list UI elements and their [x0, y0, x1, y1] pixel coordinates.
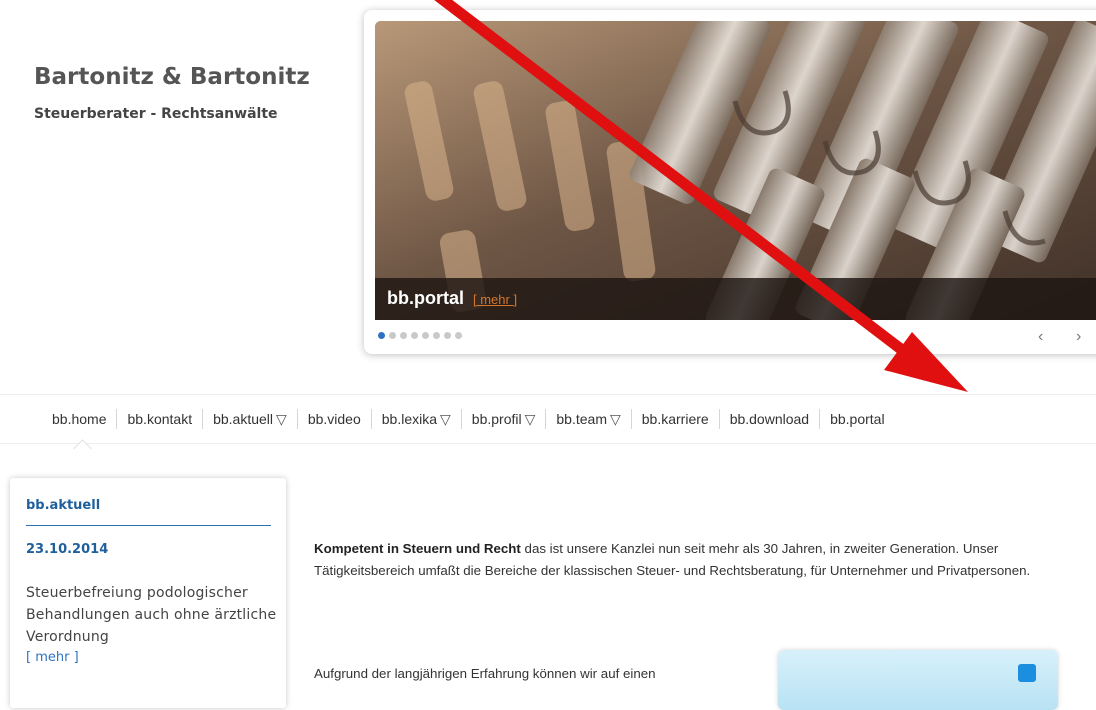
slider-dot[interactable]	[455, 332, 462, 339]
nav-item-video[interactable]: bb.video	[296, 409, 371, 429]
slider-dot[interactable]	[400, 332, 407, 339]
nav-item-label: bb.portal	[830, 411, 885, 427]
dropdown-triangle-icon: ▽	[524, 411, 536, 427]
slider-dot[interactable]	[433, 332, 440, 339]
slider-pagination	[378, 332, 462, 339]
nav-item-label: bb.home	[52, 411, 107, 427]
news-more-link[interactable]: [ mehr ]	[26, 650, 79, 665]
dropdown-triangle-icon: ▽	[440, 411, 451, 427]
nav-item-kontakt[interactable]: bb.kontakt	[116, 409, 202, 429]
teaser-square-icon	[1018, 664, 1036, 682]
nav-item-label: bb.aktuell	[213, 411, 274, 427]
slider-more-link[interactable]: [ mehr ]	[473, 292, 517, 307]
slider-dot[interactable]	[422, 332, 429, 339]
nav-item-aktuell[interactable]: bb.aktuell ▽	[202, 409, 297, 429]
dropdown-triangle-icon: ▽	[276, 411, 287, 427]
news-divider	[26, 525, 271, 526]
nav-list: bb.home bb.kontakt bb.aktuell ▽ bb.video bb.l…	[42, 409, 895, 429]
nav-item-label: bb.profil	[471, 411, 522, 427]
brand-name: Bartonitz & Bartonitz	[34, 64, 310, 90]
slider-dot[interactable]	[389, 332, 396, 339]
intro-paragraph: Kompetent in Steuern und Recht das ist u…	[314, 538, 1094, 582]
experience-paragraph: Aufgrund der langjährigen Erfahrung könn…	[314, 666, 656, 681]
nav-item-home[interactable]: bb.home	[42, 409, 116, 429]
nav-item-label: bb.team	[556, 411, 607, 427]
nav-item-download[interactable]: bb.download	[718, 409, 819, 429]
brand-tagline: Steuerberater - Rechtsanwälte	[34, 106, 278, 122]
typewriter-keys-image	[375, 21, 1096, 320]
nav-item-label: bb.kontakt	[127, 411, 193, 427]
nav-item-label: bb.lexika	[381, 411, 438, 427]
slider-prev-icon[interactable]: ‹	[1038, 328, 1043, 346]
intro-bold: Kompetent in Steuern und Recht	[314, 541, 521, 556]
teaser-image[interactable]	[778, 650, 1058, 710]
slider-caption-bar: bb.portal [ mehr ]	[375, 278, 1096, 320]
nav-item-lexika[interactable]: bb.lexika ▽	[370, 409, 461, 429]
nav-item-label: bb.download	[729, 411, 810, 427]
nav-item-portal[interactable]: bb.portal	[819, 409, 894, 429]
slider-dot[interactable]	[378, 332, 385, 339]
slider-image[interactable]: bb.portal [ mehr ]	[375, 21, 1096, 320]
image-slider: bb.portal [ mehr ] ‹ ›	[364, 10, 1096, 354]
news-sidebar: bb.aktuell 23.10.2014 Steuerbefreiung po…	[10, 478, 286, 708]
slider-caption-title: bb.portal	[387, 288, 464, 308]
nav-item-profil[interactable]: bb.profil ▽	[460, 409, 546, 429]
slider-dot[interactable]	[411, 332, 418, 339]
news-date: 23.10.2014	[26, 542, 109, 557]
dropdown-triangle-icon: ▽	[609, 411, 621, 427]
nav-item-karriere[interactable]: bb.karriere	[630, 409, 719, 429]
nav-item-label: bb.video	[307, 411, 361, 427]
news-heading: bb.aktuell	[26, 498, 101, 513]
news-text: Steuerbefreiung podologischer Behandlung…	[26, 585, 277, 645]
nav-item-label: bb.karriere	[641, 411, 709, 427]
slider-next-icon[interactable]: ›	[1076, 328, 1081, 346]
slider-dot[interactable]	[444, 332, 451, 339]
main-navigation: bb.home bb.kontakt bb.aktuell ▽ bb.video bb.l…	[0, 394, 1096, 444]
nav-item-team[interactable]: bb.team ▽	[545, 409, 630, 429]
